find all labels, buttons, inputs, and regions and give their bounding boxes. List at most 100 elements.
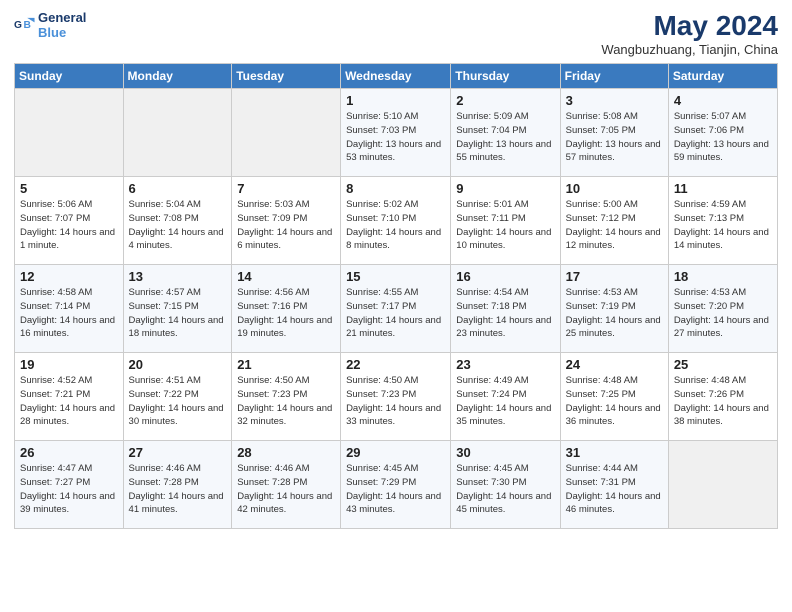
logo: G B General Blue	[14, 10, 86, 40]
day-number: 16	[456, 269, 554, 284]
table-row: 27 Sunrise: 4:46 AM Sunset: 7:28 PM Dayli…	[123, 441, 232, 529]
col-saturday: Saturday	[668, 64, 777, 89]
table-row: 11Sunrise: 4:59 AM Sunset: 7:13 PM Dayli…	[668, 177, 777, 265]
day-info: Sunrise: 5:09 AM Sunset: 7:04 PM Dayligh…	[456, 110, 554, 165]
calendar-week-row: 19 Sunrise: 4:52 AM Sunset: 7:21 PM Dayli…	[15, 353, 778, 441]
day-number: 15	[346, 269, 445, 284]
calendar-week-row: 26 Sunrise: 4:47 AM Sunset: 7:27 PM Dayli…	[15, 441, 778, 529]
day-info: Sunrise: 5:10 AM Sunset: 7:03 PM Dayligh…	[346, 110, 445, 165]
day-info: Sunrise: 4:52 AM Sunset: 7:21 PM Dayligh…	[20, 374, 118, 429]
day-info: Sunrise: 4:47 AM Sunset: 7:27 PM Dayligh…	[20, 462, 118, 517]
table-row: 24Sunrise: 4:48 AM Sunset: 7:25 PM Dayli…	[560, 353, 668, 441]
table-row: 13Sunrise: 4:57 AM Sunset: 7:15 PM Dayli…	[123, 265, 232, 353]
table-row: 3 Sunrise: 5:08 AM Sunset: 7:05 PM Daylig…	[560, 89, 668, 177]
day-info: Sunrise: 5:04 AM Sunset: 7:08 PM Dayligh…	[129, 198, 227, 253]
day-number: 25	[674, 357, 772, 372]
day-number: 12	[20, 269, 118, 284]
table-row: 18 Sunrise: 4:53 AM Sunset: 7:20 PM Dayli…	[668, 265, 777, 353]
day-number: 10	[566, 181, 663, 196]
page: G B General Blue May 2024 Wangbuzhuang, …	[0, 0, 792, 612]
col-sunday: Sunday	[15, 64, 124, 89]
table-row: 22 Sunrise: 4:50 AM Sunset: 7:23 PM Dayli…	[341, 353, 451, 441]
day-info: Sunrise: 5:08 AM Sunset: 7:05 PM Dayligh…	[566, 110, 663, 165]
day-number: 13	[129, 269, 227, 284]
day-number: 19	[20, 357, 118, 372]
title-block: May 2024 Wangbuzhuang, Tianjin, China	[601, 10, 778, 57]
day-info: Sunrise: 4:48 AM Sunset: 7:26 PM Dayligh…	[674, 374, 772, 429]
table-row: 31Sunrise: 4:44 AM Sunset: 7:31 PM Dayli…	[560, 441, 668, 529]
table-row	[15, 89, 124, 177]
day-info: Sunrise: 4:56 AM Sunset: 7:16 PM Dayligh…	[237, 286, 335, 341]
table-row: 14Sunrise: 4:56 AM Sunset: 7:16 PM Dayli…	[232, 265, 341, 353]
day-info: Sunrise: 4:44 AM Sunset: 7:31 PM Dayligh…	[566, 462, 663, 517]
day-number: 18	[674, 269, 772, 284]
day-info: Sunrise: 4:53 AM Sunset: 7:19 PM Dayligh…	[566, 286, 663, 341]
day-number: 8	[346, 181, 445, 196]
day-number: 9	[456, 181, 554, 196]
month-year: May 2024	[601, 10, 778, 42]
table-row: 4 Sunrise: 5:07 AM Sunset: 7:06 PM Daylig…	[668, 89, 777, 177]
day-number: 21	[237, 357, 335, 372]
table-row: 26 Sunrise: 4:47 AM Sunset: 7:27 PM Dayli…	[15, 441, 124, 529]
table-row: 16 Sunrise: 4:54 AM Sunset: 7:18 PM Dayli…	[451, 265, 560, 353]
day-number: 20	[129, 357, 227, 372]
calendar: Sunday Monday Tuesday Wednesday Thursday…	[14, 63, 778, 529]
logo-text: General Blue	[38, 10, 86, 40]
day-number: 3	[566, 93, 663, 108]
col-monday: Monday	[123, 64, 232, 89]
day-info: Sunrise: 4:46 AM Sunset: 7:28 PM Dayligh…	[237, 462, 335, 517]
table-row: 23 Sunrise: 4:49 AM Sunset: 7:24 PM Dayli…	[451, 353, 560, 441]
day-info: Sunrise: 5:01 AM Sunset: 7:11 PM Dayligh…	[456, 198, 554, 253]
svg-text:B: B	[24, 20, 31, 31]
table-row: 21Sunrise: 4:50 AM Sunset: 7:23 PM Dayli…	[232, 353, 341, 441]
calendar-week-row: 1 Sunrise: 5:10 AM Sunset: 7:03 PM Daylig…	[15, 89, 778, 177]
day-info: Sunrise: 4:45 AM Sunset: 7:30 PM Dayligh…	[456, 462, 554, 517]
day-info: Sunrise: 4:55 AM Sunset: 7:17 PM Dayligh…	[346, 286, 445, 341]
table-row: 19 Sunrise: 4:52 AM Sunset: 7:21 PM Dayli…	[15, 353, 124, 441]
table-row: 9 Sunrise: 5:01 AM Sunset: 7:11 PM Daylig…	[451, 177, 560, 265]
calendar-header-row: Sunday Monday Tuesday Wednesday Thursday…	[15, 64, 778, 89]
table-row: 7Sunrise: 5:03 AM Sunset: 7:09 PM Daylig…	[232, 177, 341, 265]
day-number: 2	[456, 93, 554, 108]
day-number: 29	[346, 445, 445, 460]
day-number: 6	[129, 181, 227, 196]
day-number: 23	[456, 357, 554, 372]
day-info: Sunrise: 4:48 AM Sunset: 7:25 PM Dayligh…	[566, 374, 663, 429]
table-row: 15 Sunrise: 4:55 AM Sunset: 7:17 PM Dayli…	[341, 265, 451, 353]
location: Wangbuzhuang, Tianjin, China	[601, 42, 778, 57]
day-info: Sunrise: 4:54 AM Sunset: 7:18 PM Dayligh…	[456, 286, 554, 341]
day-number: 28	[237, 445, 335, 460]
header: G B General Blue May 2024 Wangbuzhuang, …	[14, 10, 778, 57]
table-row: 10 Sunrise: 5:00 AM Sunset: 7:12 PM Dayli…	[560, 177, 668, 265]
day-number: 22	[346, 357, 445, 372]
day-number: 4	[674, 93, 772, 108]
col-tuesday: Tuesday	[232, 64, 341, 89]
day-info: Sunrise: 4:45 AM Sunset: 7:29 PM Dayligh…	[346, 462, 445, 517]
day-info: Sunrise: 4:46 AM Sunset: 7:28 PM Dayligh…	[129, 462, 227, 517]
calendar-week-row: 12Sunrise: 4:58 AM Sunset: 7:14 PM Dayli…	[15, 265, 778, 353]
day-info: Sunrise: 5:00 AM Sunset: 7:12 PM Dayligh…	[566, 198, 663, 253]
day-number: 17	[566, 269, 663, 284]
table-row: 2 Sunrise: 5:09 AM Sunset: 7:04 PM Daylig…	[451, 89, 560, 177]
day-info: Sunrise: 4:49 AM Sunset: 7:24 PM Dayligh…	[456, 374, 554, 429]
day-info: Sunrise: 5:03 AM Sunset: 7:09 PM Dayligh…	[237, 198, 335, 253]
table-row: 29 Sunrise: 4:45 AM Sunset: 7:29 PM Dayli…	[341, 441, 451, 529]
table-row: 25 Sunrise: 4:48 AM Sunset: 7:26 PM Dayli…	[668, 353, 777, 441]
day-number: 27	[129, 445, 227, 460]
day-info: Sunrise: 5:06 AM Sunset: 7:07 PM Dayligh…	[20, 198, 118, 253]
table-row: 28 Sunrise: 4:46 AM Sunset: 7:28 PM Dayli…	[232, 441, 341, 529]
table-row	[668, 441, 777, 529]
logo-icon: G B	[14, 15, 36, 37]
day-info: Sunrise: 4:53 AM Sunset: 7:20 PM Dayligh…	[674, 286, 772, 341]
day-number: 11	[674, 181, 772, 196]
table-row: 20 Sunrise: 4:51 AM Sunset: 7:22 PM Dayli…	[123, 353, 232, 441]
day-info: Sunrise: 5:07 AM Sunset: 7:06 PM Dayligh…	[674, 110, 772, 165]
day-number: 30	[456, 445, 554, 460]
day-number: 5	[20, 181, 118, 196]
day-number: 26	[20, 445, 118, 460]
table-row	[232, 89, 341, 177]
day-info: Sunrise: 4:50 AM Sunset: 7:23 PM Dayligh…	[346, 374, 445, 429]
col-friday: Friday	[560, 64, 668, 89]
day-number: 1	[346, 93, 445, 108]
day-info: Sunrise: 4:51 AM Sunset: 7:22 PM Dayligh…	[129, 374, 227, 429]
